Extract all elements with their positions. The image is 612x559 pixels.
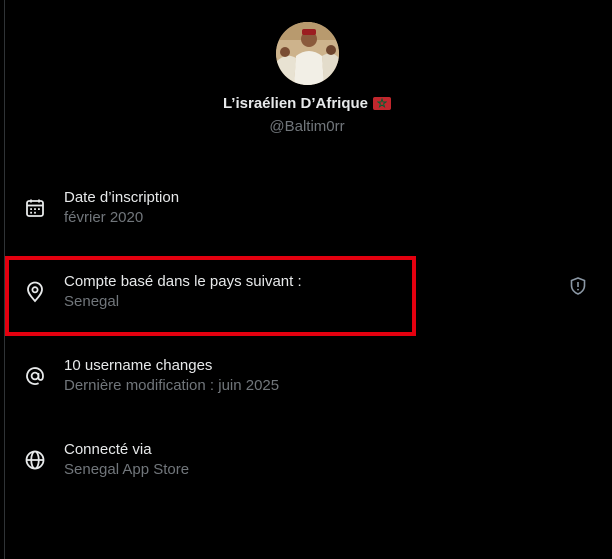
info-row-join-date: Date d’inscription février 2020 (20, 189, 600, 249)
username-changes-label: 10 username changes (64, 357, 213, 374)
avatar[interactable] (276, 22, 339, 85)
avatar-image (276, 22, 339, 85)
calendar-icon (24, 197, 46, 219)
profile-handle: @Baltim0rr (269, 118, 345, 135)
join-date-value: février 2020 (64, 209, 144, 226)
shield-alert-icon[interactable] (568, 276, 588, 296)
at-sign-icon (24, 365, 46, 387)
highlight-box (5, 256, 416, 336)
info-row-connected-via: Connecté via Senegal App Store (20, 441, 600, 501)
display-name: L’israélien D’Afrique (222, 95, 369, 112)
connected-via-value: Senegal App Store (64, 461, 190, 478)
username-changes-value: Dernière modification : juin 2025 (64, 377, 280, 394)
profile-name: L’israélien D’Afrique (0, 95, 612, 112)
morocco-flag-icon (373, 97, 392, 110)
join-date-label: Date d’inscription (64, 189, 180, 206)
connected-via-label: Connecté via (64, 441, 152, 458)
globe-icon (24, 449, 46, 471)
info-row-username-changes: 10 username changes Dernière modificatio… (20, 357, 600, 417)
